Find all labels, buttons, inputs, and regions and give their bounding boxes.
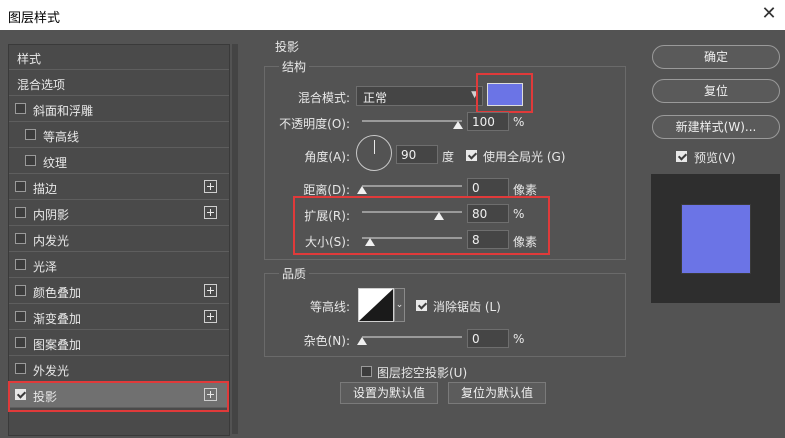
opacity-slider-track[interactable]: [362, 120, 462, 122]
sidebar-item[interactable]: 图案叠加: [9, 331, 229, 356]
sidebar-item-label: 斜面和浮雕: [33, 104, 94, 118]
angle-unit: 度: [442, 150, 455, 164]
sidebar-item[interactable]: 内发光: [9, 227, 229, 252]
angle-dial-needle: [374, 140, 375, 154]
angle-dial[interactable]: [356, 135, 392, 171]
sidebar-item-checkbox[interactable]: [15, 311, 26, 322]
blend-mode-label: 混合模式:: [297, 91, 350, 105]
add-effect-plus-icon[interactable]: [204, 284, 217, 297]
sidebar-item-checkbox[interactable]: [15, 285, 26, 296]
structure-title: 结构: [279, 58, 310, 75]
antialias-label: 消除锯齿 (L): [433, 300, 501, 314]
sidebar-item-label: 颜色叠加: [33, 286, 82, 300]
opacity-input[interactable]: 100: [467, 112, 509, 131]
blend-mode-value: 正常: [363, 91, 388, 105]
sidebar-item-label: 描边: [33, 182, 58, 196]
contour-dropdown-chevron-icon[interactable]: ⌄: [394, 288, 405, 322]
highlight-drop-shadow-item: [8, 381, 229, 412]
global-light-checkbox[interactable]: [466, 150, 477, 161]
highlight-color-swatch: [476, 73, 533, 113]
sidebar-item-checkbox[interactable]: [25, 155, 36, 166]
sidebar-item[interactable]: 光泽: [9, 253, 229, 278]
sidebar-item-label: 样式: [17, 52, 42, 66]
sidebar-item-checkbox[interactable]: [15, 337, 26, 348]
style-list: 样式混合选项斜面和浮雕等高线纹理描边内阴影内发光光泽颜色叠加渐变叠加图案叠加外发…: [8, 44, 230, 436]
opacity-slider-thumb[interactable]: [453, 121, 463, 129]
sidebar-item[interactable]: 混合选项: [9, 71, 229, 96]
new-style-button[interactable]: 新建样式(W)...: [652, 115, 780, 139]
sidebar-item[interactable]: 样式: [9, 45, 229, 70]
sidebar-item[interactable]: 斜面和浮雕: [9, 97, 229, 122]
angle-input[interactable]: 90: [396, 145, 438, 164]
sidebar-item[interactable]: 描边: [9, 175, 229, 200]
knockout-label: 图层挖空投影(U): [377, 366, 468, 380]
sidebar-item-checkbox[interactable]: [15, 103, 26, 114]
noise-slider-thumb[interactable]: [357, 337, 367, 345]
sidebar-item-label: 混合选项: [17, 78, 66, 92]
section-title: 投影: [275, 40, 300, 54]
noise-input[interactable]: 0: [467, 329, 509, 348]
noise-label: 杂色(N):: [303, 334, 350, 348]
sidebar-item[interactable]: 外发光: [9, 357, 229, 382]
sidebar-item[interactable]: 颜色叠加: [9, 279, 229, 304]
sidebar-item-label: 渐变叠加: [33, 312, 82, 326]
distance-slider-track[interactable]: [362, 185, 462, 187]
close-icon[interactable]: ✕: [759, 3, 779, 25]
sidebar-item[interactable]: 内阴影: [9, 201, 229, 226]
add-effect-plus-icon[interactable]: [204, 206, 217, 219]
reset-default-button[interactable]: 复位为默认值: [448, 382, 546, 404]
contour-curve-icon: [359, 289, 393, 321]
sidebar-item-label: 内阴影: [33, 208, 70, 222]
opacity-unit: %: [513, 115, 525, 129]
scrollbar[interactable]: [232, 44, 238, 434]
sidebar-item-label: 纹理: [43, 156, 68, 170]
quality-title: 品质: [279, 265, 310, 282]
window-title: 图层样式: [8, 11, 61, 26]
sidebar-item[interactable]: 纹理: [9, 149, 229, 174]
knockout-checkbox[interactable]: [361, 366, 372, 377]
sidebar-item[interactable]: 等高线: [9, 123, 229, 148]
preview-swatch: [681, 204, 751, 274]
antialias-checkbox[interactable]: [416, 300, 427, 311]
sidebar-item-checkbox[interactable]: [15, 363, 26, 374]
sidebar-item-label: 图案叠加: [33, 338, 82, 352]
sidebar-item-checkbox[interactable]: [15, 259, 26, 270]
title-bar: 图层样式 ✕: [0, 0, 785, 30]
contour-label: 等高线:: [309, 300, 350, 314]
ok-button[interactable]: 确定: [652, 45, 780, 69]
sidebar-item-label: 外发光: [33, 364, 70, 378]
contour-preview[interactable]: [358, 288, 394, 322]
sidebar-item-checkbox[interactable]: [15, 207, 26, 218]
preview-area: [651, 174, 780, 303]
angle-label: 角度(A):: [304, 150, 350, 164]
sidebar-item-label: 光泽: [33, 260, 58, 274]
distance-input[interactable]: 0: [467, 178, 509, 197]
make-default-button[interactable]: 设置为默认值: [340, 382, 438, 404]
add-effect-plus-icon[interactable]: [204, 310, 217, 323]
reset-button[interactable]: 复位: [652, 79, 780, 103]
sidebar-item[interactable]: 渐变叠加: [9, 305, 229, 330]
noise-unit: %: [513, 332, 525, 346]
add-effect-plus-icon[interactable]: [204, 180, 217, 193]
opacity-label: 不透明度(O):: [279, 117, 350, 131]
preview-checkbox[interactable]: [676, 151, 687, 162]
noise-slider-track[interactable]: [362, 336, 462, 338]
sidebar-item-label: 内发光: [33, 234, 70, 248]
sidebar-item-checkbox[interactable]: [15, 233, 26, 244]
distance-slider-thumb[interactable]: [357, 186, 367, 194]
highlight-spread-size: [293, 196, 550, 255]
sidebar-item-label: 等高线: [43, 130, 80, 144]
blend-mode-select[interactable]: 正常 ▼: [356, 86, 483, 106]
global-light-label: 使用全局光 (G): [483, 150, 566, 164]
sidebar-item-checkbox[interactable]: [25, 129, 36, 140]
sidebar-item-checkbox[interactable]: [15, 181, 26, 192]
preview-label: 预览(V): [694, 151, 736, 165]
